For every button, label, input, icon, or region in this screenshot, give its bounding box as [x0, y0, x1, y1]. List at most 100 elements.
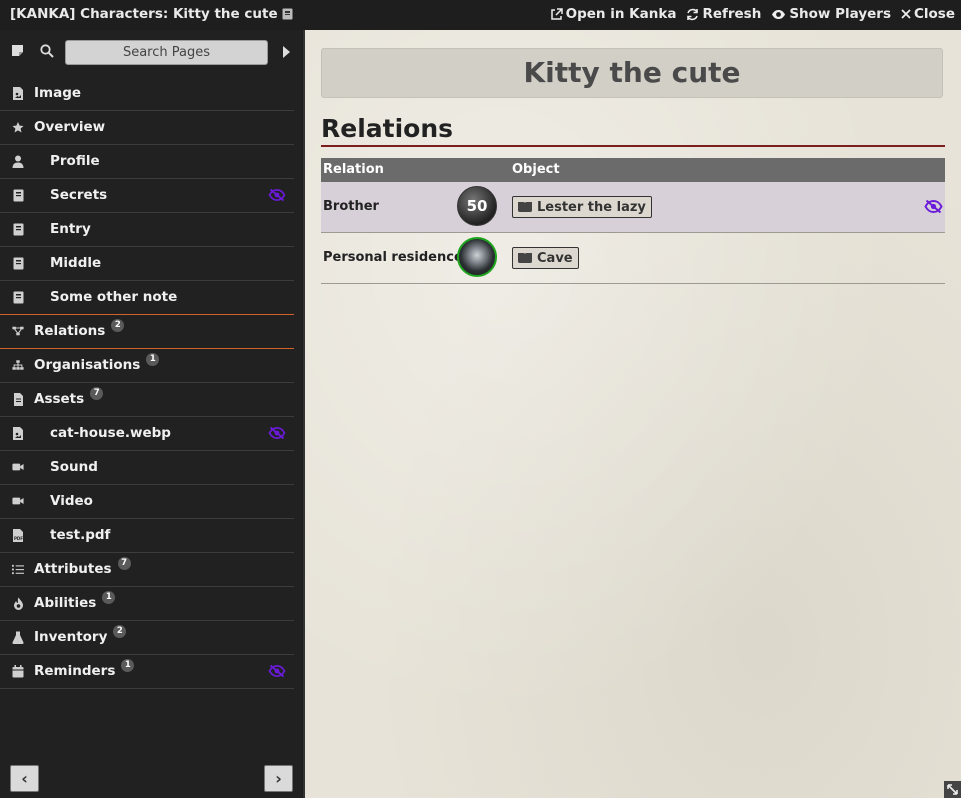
- refresh-label: Refresh: [702, 6, 762, 22]
- sidebar-item-text: Attributes: [34, 561, 112, 577]
- sidebar-item-text: Secrets: [50, 187, 108, 203]
- window-title: [KANKA] Characters: Kitty the cute: [10, 6, 293, 22]
- book-icon: [12, 257, 24, 269]
- collapse-sidebar-icon[interactable]: [283, 46, 290, 58]
- note-icon[interactable]: [11, 44, 24, 57]
- count-badge: 7: [117, 557, 131, 570]
- svg-text:PDF: PDF: [14, 536, 23, 541]
- sidebar-item-profile[interactable]: Profile: [0, 145, 294, 179]
- list-icon: [12, 563, 24, 575]
- sidebar-item-label: Assets 7: [34, 387, 104, 407]
- resize-handle[interactable]: [944, 781, 961, 798]
- sidebar-item-text: Assets: [34, 391, 85, 407]
- avatar: 50: [457, 186, 497, 226]
- sidebar-item-middle[interactable]: Middle: [0, 247, 294, 281]
- sidebar-item-label: Middle: [50, 255, 101, 271]
- sitemap-icon: [12, 359, 24, 371]
- relation-label: Personal residence: [323, 250, 463, 265]
- search-icon[interactable]: [40, 44, 54, 58]
- relations-table: Relation Object Brother 50 Lester the la…: [321, 158, 945, 284]
- journal-icon: [282, 8, 293, 20]
- eye-slash-icon[interactable]: [268, 188, 286, 202]
- sidebar-item-organisations[interactable]: Organisations 1: [0, 349, 294, 383]
- sidebar-item-text: Entry: [50, 221, 91, 237]
- sidebar-item-label: Organisations 1: [34, 353, 160, 373]
- sidebar-item-secrets[interactable]: Secrets: [0, 179, 294, 213]
- sidebar-item-label: Secrets: [50, 187, 107, 203]
- sidebar-item-overview[interactable]: Overview: [0, 111, 294, 145]
- page-title: Kitty the cute: [321, 48, 943, 98]
- relation-label: Brother: [323, 199, 379, 214]
- flask-icon: [12, 631, 24, 644]
- book-icon: [12, 291, 24, 303]
- fire-icon: [12, 597, 24, 610]
- eye-icon: [771, 9, 786, 20]
- relation-column-header: Relation: [323, 162, 384, 177]
- star-icon: [12, 121, 24, 133]
- file-pdf-icon: PDF: [12, 528, 24, 542]
- count-badge: 1: [102, 591, 116, 604]
- count-badge: 1: [121, 659, 135, 672]
- sidebar-item-label: Entry: [50, 221, 91, 237]
- journal-content: Kitty the cute Relations Relation Object…: [303, 30, 961, 798]
- count-badge: 2: [111, 319, 125, 332]
- sidebar-item-abilities[interactable]: Abilities 1: [0, 587, 294, 621]
- sidebar-item-test-pdf[interactable]: PDF test.pdf: [0, 519, 294, 553]
- sidebar-item-text: Sound: [50, 459, 98, 475]
- book-open-icon: [517, 201, 533, 213]
- sidebar-item-text: test.pdf: [50, 527, 111, 543]
- sidebar-item-text: Abilities: [34, 595, 97, 611]
- expand-icon: [947, 784, 958, 795]
- video-icon: [12, 495, 24, 507]
- sidebar-item-label: test.pdf: [50, 527, 110, 543]
- close-button[interactable]: Close: [901, 6, 955, 22]
- file-image-icon: [12, 86, 24, 100]
- table-header: Relation Object: [321, 158, 945, 182]
- object-link[interactable]: Cave: [512, 247, 579, 269]
- sidebar-item-entry[interactable]: Entry: [0, 213, 294, 247]
- open-in-kanka-label: Open in Kanka: [565, 6, 677, 22]
- sidebar-item-attributes[interactable]: Attributes 7: [0, 553, 294, 587]
- sidebar-item-text: Organisations: [34, 357, 141, 373]
- sidebar-item-reminders[interactable]: Reminders 1: [0, 655, 294, 689]
- eye-slash-icon[interactable]: [268, 664, 286, 678]
- sidebar-item-text: Profile: [50, 153, 100, 169]
- object-link[interactable]: Lester the lazy: [512, 196, 652, 218]
- chevron-left-icon: ‹: [21, 769, 28, 788]
- sidebar-item-assets[interactable]: Assets 7: [0, 383, 294, 417]
- table-row: Personal residence Cave: [321, 233, 945, 284]
- sidebar-item-inventory[interactable]: Inventory 2: [0, 621, 294, 655]
- sidebar-item-label: Sound: [50, 459, 98, 475]
- sidebar-item-label: Inventory 2: [34, 625, 127, 645]
- sidebar-item-label: Relations 2: [34, 319, 125, 339]
- next-page-button[interactable]: ›: [264, 765, 293, 792]
- sidebar-item-some-other-note[interactable]: Some other note: [0, 281, 294, 315]
- show-players-button[interactable]: Show Players: [771, 6, 891, 22]
- eye-slash-icon[interactable]: [268, 426, 286, 440]
- sidebar-item-text: Overview: [34, 119, 106, 135]
- show-players-label: Show Players: [789, 6, 891, 22]
- sidebar-item-video[interactable]: Video: [0, 485, 294, 519]
- sidebar-item-label: Overview: [34, 119, 105, 135]
- search-pages-input[interactable]: Search Pages: [65, 40, 268, 65]
- sidebar-item-image[interactable]: Image: [0, 77, 294, 111]
- open-in-kanka-button[interactable]: Open in Kanka: [550, 6, 677, 22]
- refresh-icon: [686, 8, 699, 21]
- previous-page-button[interactable]: ‹: [10, 765, 39, 792]
- eye-slash-icon[interactable]: [924, 199, 943, 214]
- object-column-header: Object: [512, 162, 560, 177]
- chevron-right-icon: ›: [275, 769, 282, 788]
- sidebar-item-relations[interactable]: Relations 2: [0, 314, 294, 349]
- file-image-icon: [12, 426, 24, 440]
- sidebar: Search Pages Image Overview Profile Secrets…: [0, 30, 302, 798]
- sidebar-item-text: Video: [50, 493, 93, 509]
- sidebar-item-sound[interactable]: Sound: [0, 451, 294, 485]
- book-icon: [12, 223, 24, 235]
- count-badge: 7: [90, 387, 104, 400]
- sidebar-item-text: Middle: [50, 255, 102, 271]
- sidebar-item-cat-house-webp[interactable]: cat-house.webp: [0, 417, 294, 451]
- refresh-button[interactable]: Refresh: [686, 6, 761, 22]
- book-icon: [12, 189, 24, 201]
- sidebar-item-label: Reminders 1: [34, 659, 135, 679]
- share-nodes-icon: [12, 325, 24, 337]
